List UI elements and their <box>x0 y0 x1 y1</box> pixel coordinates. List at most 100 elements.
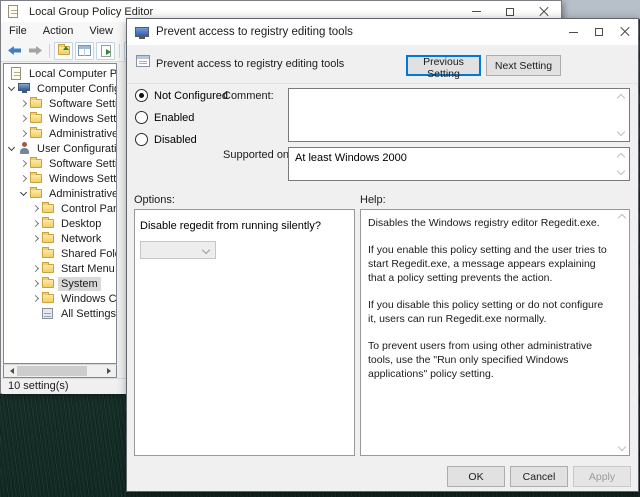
back-arrow-icon <box>8 46 21 55</box>
toolbar-separator <box>49 44 50 58</box>
maximize-icon <box>595 28 603 36</box>
up-one-level-button[interactable] <box>54 42 73 60</box>
chevron-down-icon <box>202 246 210 254</box>
scroll-up-icon[interactable] <box>618 214 626 222</box>
menu-action[interactable]: Action <box>39 23 78 39</box>
help-label: Help: <box>360 194 386 206</box>
maximize-icon <box>506 8 514 16</box>
show-window-button[interactable] <box>75 42 94 60</box>
scroll-right-button[interactable] <box>104 365 116 377</box>
tree-item-shared-folders[interactable]: Shared Folders <box>4 246 116 261</box>
export-list-icon <box>101 45 111 57</box>
policy-setting-icon <box>136 55 150 67</box>
dialog-close-button[interactable] <box>612 19 638 45</box>
close-icon <box>620 27 630 37</box>
dialog-maximize-button[interactable] <box>586 19 612 45</box>
chevron-right-icon[interactable] <box>32 280 39 287</box>
monitor-icon <box>135 27 149 37</box>
scroll-left-button[interactable] <box>4 365 16 377</box>
tree-item-local-computer-policy[interactable]: Local Computer Policy <box>4 66 116 81</box>
tree-item-system[interactable]: System <box>4 276 116 291</box>
chevron-right-icon[interactable] <box>32 265 39 272</box>
dialog-header: Prevent access to registry editing tools… <box>127 45 638 84</box>
dialog-titlebar[interactable]: Prevent access to registry editing tools <box>127 19 638 45</box>
toolbar-separator <box>119 44 120 58</box>
scroll-left-icon <box>7 368 14 374</box>
close-icon <box>539 7 549 17</box>
next-setting-button[interactable]: Next Setting <box>486 55 561 76</box>
tree-item-admin-templates-user[interactable]: Administrative Templates <box>4 186 116 201</box>
supported-on-box[interactable]: At least Windows 2000 <box>288 147 630 181</box>
tree-item-software-settings-user[interactable]: Software Settings <box>4 156 116 171</box>
gpedit-app-icon <box>7 5 20 18</box>
minimize-icon <box>569 32 578 33</box>
computer-icon <box>18 83 30 91</box>
chevron-right-icon[interactable] <box>32 235 39 242</box>
folder-icon <box>30 159 42 168</box>
tree-item-network[interactable]: Network <box>4 231 116 246</box>
apply-button[interactable]: Apply <box>573 466 631 487</box>
chevron-right-icon[interactable] <box>32 220 39 227</box>
horizontal-scrollbar[interactable] <box>3 364 117 378</box>
tree-item-all-settings[interactable]: All Settings <box>4 306 116 321</box>
desktop: Local Group Policy Editor File Action Vi… <box>0 0 640 497</box>
scroll-down-icon[interactable] <box>617 167 625 175</box>
ok-button[interactable]: OK <box>447 466 505 487</box>
tree-item-windows-settings-computer[interactable]: Windows Settings <box>4 111 116 126</box>
radio-selected-icon[interactable] <box>135 89 148 102</box>
radio-enabled[interactable]: Enabled <box>135 111 194 124</box>
tree-item-start-menu-and-taskbar[interactable]: Start Menu and Taskbar <box>4 261 116 276</box>
radio-disabled[interactable]: Disabled <box>135 133 197 146</box>
tree-item-control-panel[interactable]: Control Panel <box>4 201 116 216</box>
dialog-minimize-button[interactable] <box>560 19 586 45</box>
back-button[interactable] <box>5 42 24 60</box>
chevron-right-icon[interactable] <box>20 100 27 107</box>
options-dropdown[interactable] <box>140 241 216 259</box>
window-icon <box>78 45 91 56</box>
menu-file[interactable]: File <box>5 23 31 39</box>
options-panel: Disable regedit from running silently? <box>134 209 355 456</box>
export-list-button[interactable] <box>96 42 115 60</box>
forward-button[interactable] <box>26 42 45 60</box>
radio-icon[interactable] <box>135 133 148 146</box>
policy-setting-name: Prevent access to registry editing tools <box>156 58 344 70</box>
chevron-right-icon[interactable] <box>20 160 27 167</box>
folder-icon <box>30 129 42 138</box>
help-paragraph: If you enable this policy setting and th… <box>368 243 611 285</box>
menu-view[interactable]: View <box>85 23 117 39</box>
policy-tree-panel: Local Computer Policy Computer Configura… <box>3 63 117 364</box>
tree-item-software-settings-computer[interactable]: Software Settings <box>4 96 116 111</box>
tree-item-windows-components[interactable]: Windows Components <box>4 291 116 306</box>
chevron-right-icon[interactable] <box>20 115 27 122</box>
radio-icon[interactable] <box>135 111 148 124</box>
scroll-right-icon <box>107 368 114 374</box>
scroll-down-icon[interactable] <box>618 443 626 451</box>
chevron-down-icon[interactable] <box>8 144 15 151</box>
radio-not-configured[interactable]: Not Configured <box>135 89 228 102</box>
comment-label: Comment: <box>223 90 274 102</box>
folder-up-icon <box>58 46 70 55</box>
dialog-window-controls <box>560 19 638 45</box>
folder-icon <box>30 114 42 123</box>
comment-input[interactable] <box>289 89 629 141</box>
cancel-button[interactable]: Cancel <box>510 466 568 487</box>
folder-icon <box>42 249 54 258</box>
chevron-right-icon[interactable] <box>32 295 39 302</box>
tree-item-desktop[interactable]: Desktop <box>4 216 116 231</box>
folder-icon <box>42 219 54 228</box>
help-panel[interactable]: Disables the Windows registry editor Reg… <box>360 209 630 456</box>
previous-setting-button[interactable]: Previous Setting <box>406 55 481 76</box>
tree-item-user-configuration[interactable]: User Configuration <box>4 141 116 156</box>
chevron-right-icon[interactable] <box>32 205 39 212</box>
tree-item-windows-settings-user[interactable]: Windows Settings <box>4 171 116 186</box>
folder-icon <box>30 99 42 108</box>
scrollbar-thumb[interactable] <box>17 366 87 376</box>
chevron-right-icon[interactable] <box>20 130 27 137</box>
tree-item-computer-configuration[interactable]: Computer Configuration <box>4 81 116 96</box>
folder-icon <box>42 279 54 288</box>
chevron-down-icon[interactable] <box>20 189 27 196</box>
chevron-down-icon[interactable] <box>8 84 15 91</box>
help-paragraph: Disables the Windows registry editor Reg… <box>368 216 611 230</box>
chevron-right-icon[interactable] <box>20 175 27 182</box>
tree-item-admin-templates-computer[interactable]: Administrative Templates <box>4 126 116 141</box>
